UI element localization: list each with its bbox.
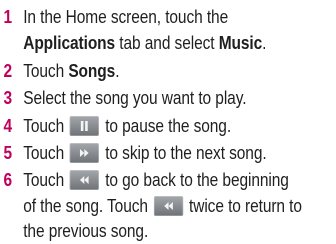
pause-button[interactable] bbox=[70, 116, 100, 136]
step-text-line: Touch to go back to the beginning bbox=[23, 170, 289, 190]
step-text-line: of the song. Touch twice to return to bbox=[23, 196, 302, 216]
instruction-list: 1 In the Home screen, touch the Applicat… bbox=[0, 0, 336, 242]
rewind-button[interactable] bbox=[70, 170, 100, 190]
step-text-line: the previous song. bbox=[23, 221, 149, 241]
fast-forward-button[interactable] bbox=[70, 143, 100, 163]
step-number: 6 bbox=[3, 170, 12, 190]
rewind-icon bbox=[80, 176, 89, 184]
fast-forward-icon bbox=[80, 149, 89, 157]
pause-icon bbox=[81, 121, 89, 131]
rewind-icon bbox=[164, 202, 173, 210]
step-number: 5 bbox=[3, 143, 12, 163]
step-text-line: Applications tab and select Music. bbox=[23, 33, 267, 53]
step-number: 2 bbox=[3, 61, 12, 81]
step-text-line: In the Home screen, touch the bbox=[23, 7, 229, 27]
step-number: 4 bbox=[3, 116, 12, 136]
step-text-line: Select the song you want to play. bbox=[23, 88, 247, 108]
step-text-line: Touch Songs. bbox=[23, 61, 120, 81]
step-number: 3 bbox=[3, 88, 12, 108]
step-number: 1 bbox=[3, 7, 12, 27]
rewind-button[interactable] bbox=[153, 196, 184, 216]
step-text-line: Touch to pause the song. bbox=[23, 116, 232, 136]
step-text-line: Touch to skip to the next song. bbox=[23, 143, 267, 163]
